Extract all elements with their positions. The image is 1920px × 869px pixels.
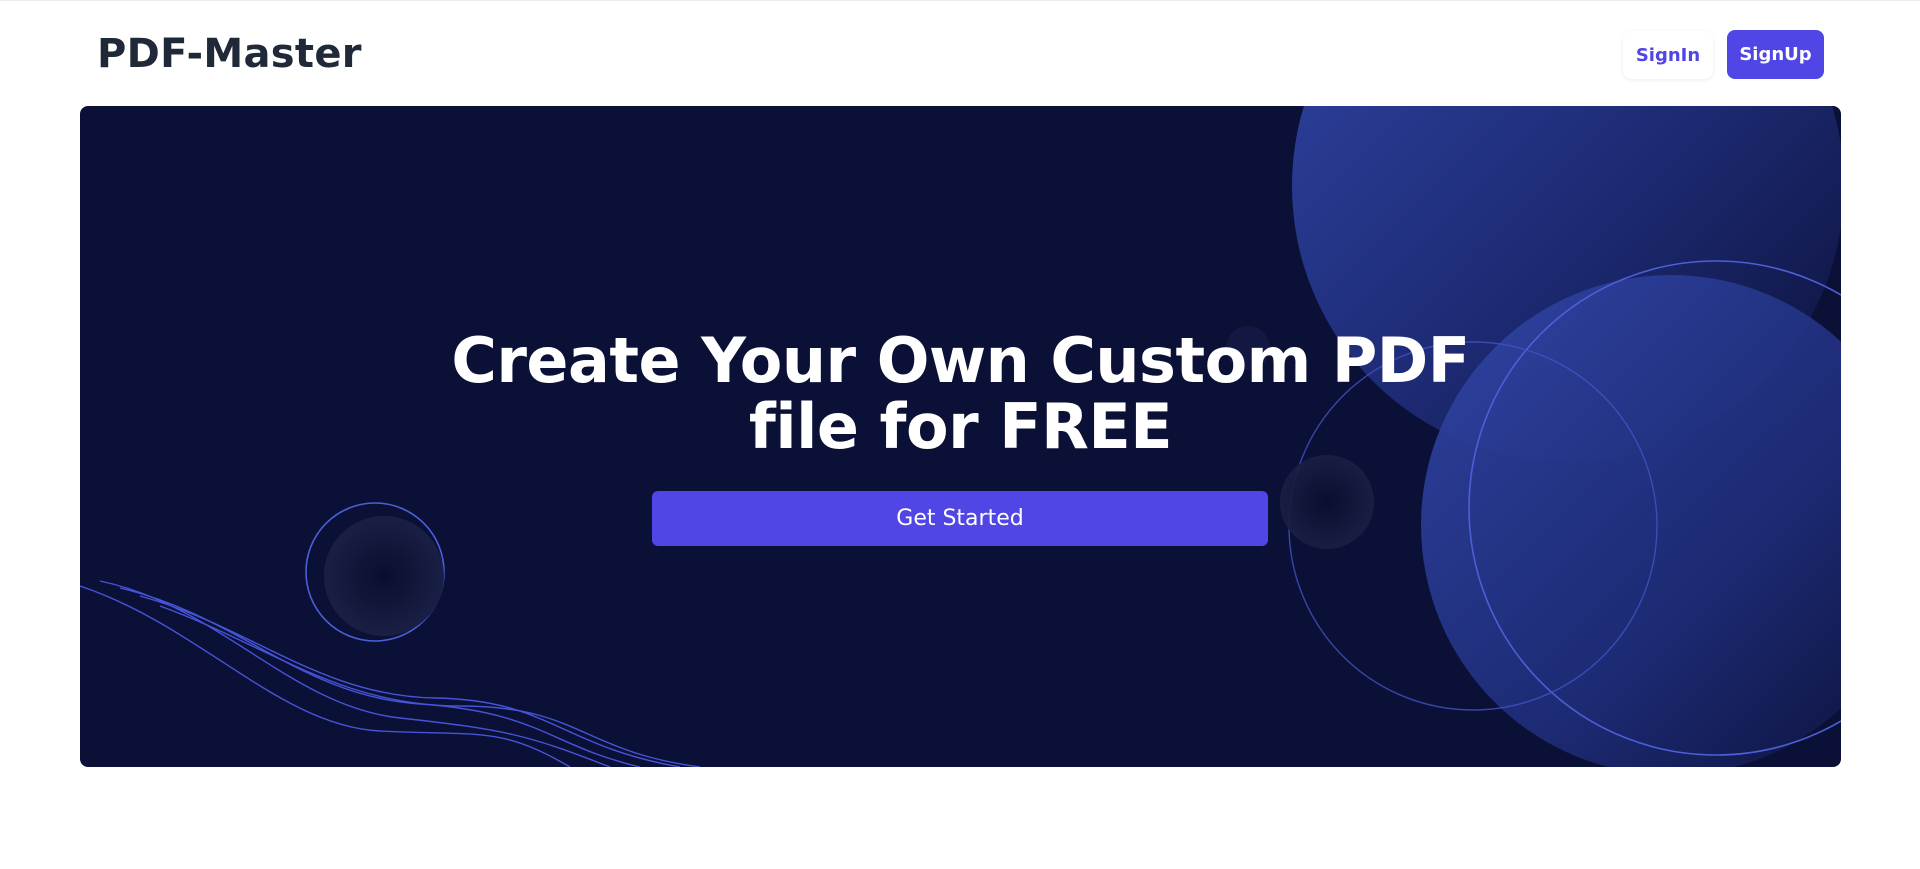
- signin-button[interactable]: SignIn: [1623, 31, 1713, 79]
- signup-button[interactable]: SignUp: [1727, 30, 1824, 79]
- top-navigation-bar: PDF-Master SignIn SignUp: [0, 0, 1920, 105]
- get-started-button[interactable]: Get Started: [652, 491, 1268, 546]
- small-orb-left: [305, 502, 445, 642]
- hero-title-line-1: Create Your Own Custom PDF: [451, 324, 1470, 397]
- logo[interactable]: PDF-Master: [97, 31, 362, 77]
- hero-title-line-2: file for FREE: [748, 390, 1173, 463]
- hero-title: Create Your Own Custom PDF file for FREE: [80, 328, 1841, 460]
- small-orb-right: [1280, 455, 1374, 549]
- hero-banner: Create Your Own Custom PDF file for FREE…: [80, 106, 1841, 767]
